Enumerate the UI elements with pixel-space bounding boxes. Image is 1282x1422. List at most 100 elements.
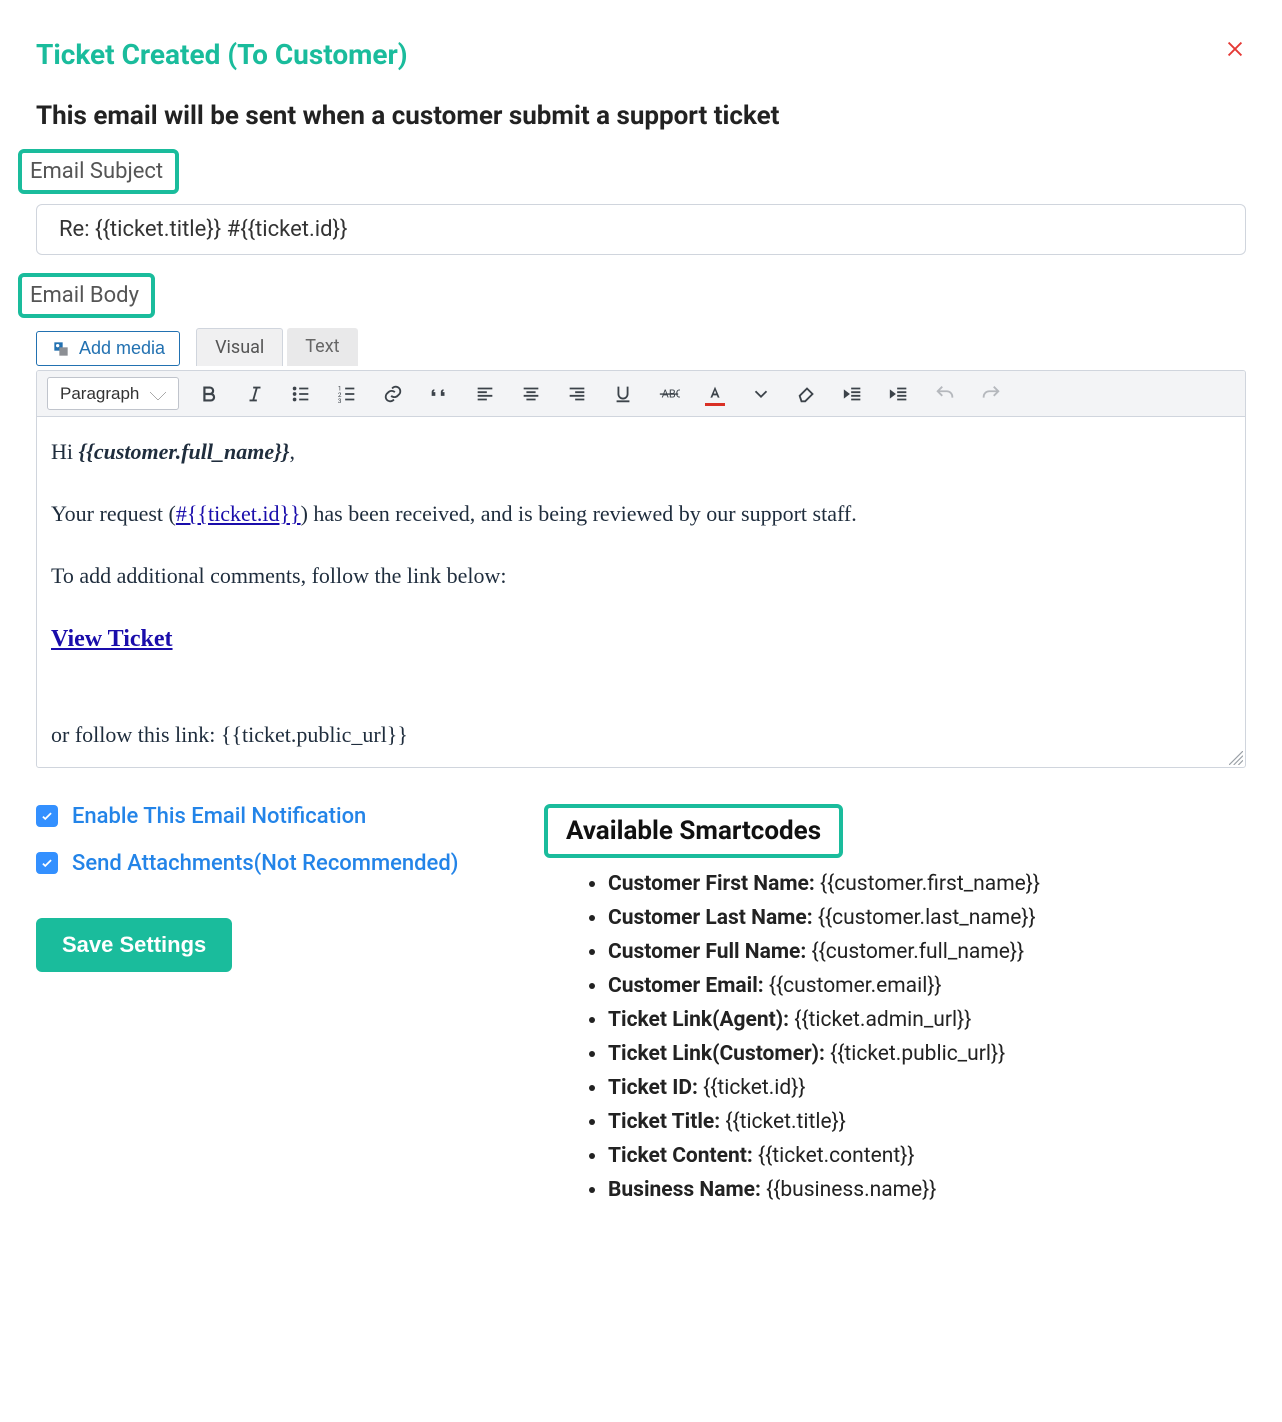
indent-icon	[888, 383, 910, 405]
align-center-button[interactable]	[515, 378, 547, 410]
bullet-list-button[interactable]	[285, 378, 317, 410]
page-description: This email will be sent when a customer …	[36, 101, 1246, 131]
editor-content[interactable]: Hi {{customer.full_name}}, Your request …	[37, 417, 1245, 767]
send-attachments-checkbox[interactable]	[36, 852, 58, 874]
smartcode-item: Customer Email: {{customer.email}}	[608, 974, 1246, 998]
smartcode-item: Customer First Name: {{customer.first_na…	[608, 872, 1246, 896]
ticket-id-link[interactable]: #{{ticket.id}}	[176, 501, 301, 526]
smartcode-code: {{customer.full_name}}	[812, 940, 1025, 964]
smartcode-label: Customer Last Name:	[608, 906, 818, 930]
text-color-button[interactable]	[699, 378, 731, 410]
editor-toolbar: Paragraph 123 ABC	[37, 371, 1245, 417]
redo-icon	[980, 383, 1002, 405]
email-body-label: Email Body	[18, 273, 155, 318]
smartcode-item: Ticket Title: {{ticket.title}}	[608, 1110, 1246, 1134]
resize-handle[interactable]	[1229, 751, 1243, 765]
send-attachments-row: Send Attachments(Not Recommended)	[36, 851, 516, 876]
redo-button[interactable]	[975, 378, 1007, 410]
check-icon	[40, 809, 54, 823]
smartcodes-list: Customer First Name: {{customer.first_na…	[556, 872, 1246, 1202]
smartcode-code: {{customer.email}}	[769, 974, 942, 998]
link-button[interactable]	[377, 378, 409, 410]
body-line2: To add additional comments, follow the l…	[51, 559, 1231, 593]
send-attachments-label: Send Attachments(Not Recommended)	[72, 851, 458, 876]
email-subject-input[interactable]	[36, 204, 1246, 255]
smartcode-item: Business Name: {{business.name}}	[608, 1178, 1246, 1202]
smartcode-item: Ticket Link(Agent): {{ticket.admin_url}}	[608, 1008, 1246, 1032]
add-media-label: Add media	[79, 338, 165, 359]
align-left-icon	[474, 383, 496, 405]
undo-icon	[934, 383, 956, 405]
align-right-button[interactable]	[561, 378, 593, 410]
page-title: Ticket Created (To Customer)	[36, 38, 408, 71]
view-ticket-link[interactable]: View Ticket	[51, 626, 173, 652]
strikethrough-icon: ABC	[658, 383, 680, 405]
smartcode-code: {{customer.first_name}}	[820, 872, 1040, 896]
body-greeting: Hi {{customer.full_name}},	[51, 435, 1231, 469]
smartcode-item: Ticket Link(Customer): {{ticket.public_u…	[608, 1042, 1246, 1066]
bullet-list-icon	[290, 383, 312, 405]
strikethrough-button[interactable]: ABC	[653, 378, 685, 410]
smartcode-code: {{ticket.public_url}}	[830, 1042, 1005, 1066]
email-subject-label: Email Subject	[18, 149, 179, 194]
smartcode-code: {{ticket.content}}	[758, 1144, 914, 1168]
indent-button[interactable]	[883, 378, 915, 410]
enable-notification-row: Enable This Email Notification	[36, 804, 516, 829]
tab-visual[interactable]: Visual	[196, 328, 283, 366]
smartcode-label: Customer Full Name:	[608, 940, 812, 964]
body-line3: or follow this link: {{ticket.public_url…	[51, 718, 1231, 752]
smartcode-code: {{ticket.admin_url}}	[794, 1008, 971, 1032]
smartcode-label: Customer Email:	[608, 974, 769, 998]
smartcode-label: Ticket Link(Customer):	[608, 1042, 830, 1066]
smartcode-item: Ticket ID: {{ticket.id}}	[608, 1076, 1246, 1100]
italic-button[interactable]	[239, 378, 271, 410]
smartcode-code: {{customer.last_name}}	[818, 906, 1036, 930]
smartcode-item: Customer Last Name: {{customer.last_name…	[608, 906, 1246, 930]
body-line1: Your request (#{{ticket.id}}) has been r…	[51, 497, 1231, 531]
numbered-list-button[interactable]: 123	[331, 378, 363, 410]
smartcode-label: Business Name:	[608, 1178, 766, 1202]
smartcode-label: Ticket ID:	[608, 1076, 703, 1100]
add-media-button[interactable]: Add media	[36, 331, 180, 366]
text-color-icon	[704, 383, 726, 405]
smartcode-label: Customer First Name:	[608, 872, 820, 896]
text-color-dropdown[interactable]	[745, 378, 777, 410]
smartcode-code: {{ticket.id}}	[703, 1076, 805, 1100]
blockquote-button[interactable]	[423, 378, 455, 410]
resize-icon	[1229, 751, 1243, 765]
enable-notification-label: Enable This Email Notification	[72, 804, 366, 829]
underline-icon	[612, 383, 634, 405]
bold-button[interactable]	[193, 378, 225, 410]
check-icon	[40, 856, 54, 870]
editor-wrapper: Paragraph 123 ABC	[36, 370, 1246, 768]
save-settings-button[interactable]: Save Settings	[36, 918, 232, 972]
blockquote-icon	[428, 383, 450, 405]
tab-text[interactable]: Text	[287, 328, 357, 366]
close-button[interactable]	[1224, 38, 1246, 65]
bold-icon	[198, 383, 220, 405]
align-left-button[interactable]	[469, 378, 501, 410]
smartcodes-title: Available Smartcodes	[544, 804, 843, 858]
link-icon	[382, 383, 404, 405]
format-select[interactable]: Paragraph	[47, 377, 179, 410]
align-right-icon	[566, 383, 588, 405]
undo-button[interactable]	[929, 378, 961, 410]
italic-icon	[244, 383, 266, 405]
outdent-button[interactable]	[837, 378, 869, 410]
eraser-icon	[796, 383, 818, 405]
smartcode-code: {{business.name}}	[766, 1178, 936, 1202]
enable-notification-checkbox[interactable]	[36, 805, 58, 827]
close-icon	[1224, 38, 1246, 60]
clear-format-button[interactable]	[791, 378, 823, 410]
svg-text:3: 3	[338, 397, 342, 405]
smartcode-item: Customer Full Name: {{customer.full_name…	[608, 940, 1246, 964]
align-center-icon	[520, 383, 542, 405]
smartcode-code: {{ticket.title}}	[725, 1110, 845, 1134]
smartcode-item: Ticket Content: {{ticket.content}}	[608, 1144, 1246, 1168]
numbered-list-icon: 123	[336, 383, 358, 405]
chevron-down-icon	[750, 383, 772, 405]
smartcode-label: Ticket Title:	[608, 1110, 725, 1134]
smartcode-label: Ticket Content:	[608, 1144, 758, 1168]
smartcode-label: Ticket Link(Agent):	[608, 1008, 794, 1032]
underline-button[interactable]	[607, 378, 639, 410]
